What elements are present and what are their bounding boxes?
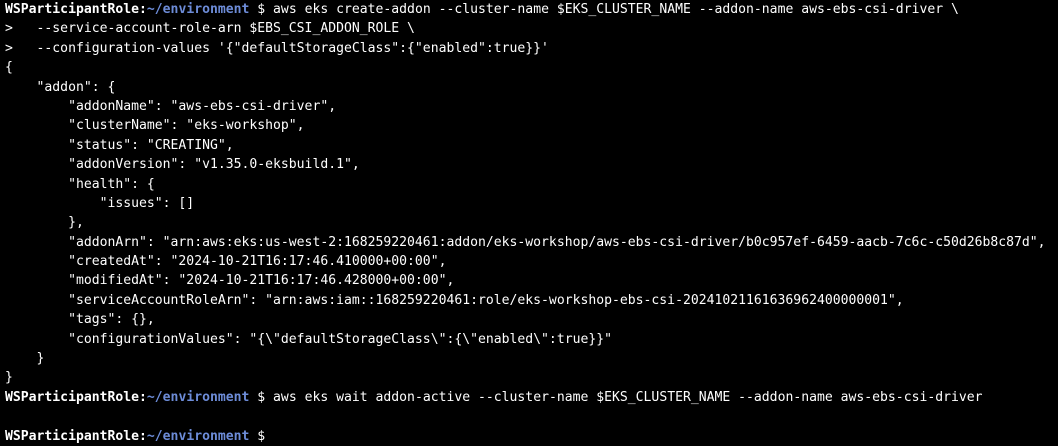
output-line: "tags": {}, (5, 312, 155, 328)
output-line: > --configuration-values '{"defaultStora… (5, 40, 549, 56)
output-line: "configurationValues": "{\"defaultStorag… (5, 331, 612, 347)
prompt-user: WSParticipantRole (5, 2, 140, 17)
output-line: "addonName": "aws-ebs-csi-driver", (5, 98, 337, 114)
output-line: "status": "CREATING", (5, 137, 234, 153)
output-line: > --service-account-role-arn $EBS_CSI_AD… (5, 21, 415, 37)
prompt-line: WSParticipantRole:~/environment $ (5, 427, 1058, 446)
command-text: aws eks create-addon --cluster-name $EKS… (273, 2, 959, 17)
prompt-user: WSParticipantRole (5, 428, 140, 444)
prompt-path: ~/environment (146, 2, 250, 17)
terminal-output: WSParticipantRole:~/environment $ aws ek… (5, 0, 1058, 446)
output-line: } (5, 351, 45, 367)
prompt-separator: : (139, 2, 147, 17)
prompt-line: WSParticipantRole:~/environment $ aws ek… (5, 0, 1058, 19)
prompt-separator: : (139, 428, 147, 444)
output-line: "addonVersion": "v1.35.0-eksbuild.1", (5, 157, 360, 173)
output-line: "serviceAccountRoleArn": "arn:aws:iam::1… (5, 292, 904, 308)
terminal-window[interactable]: WSParticipantRole:~/environment $ aws ek… (0, 0, 1058, 444)
prompt-symbol: $ (249, 389, 274, 405)
command-text: aws eks wait addon-active --cluster-name… (273, 389, 983, 405)
output-line: } (5, 370, 13, 386)
prompt-path: ~/environment (146, 428, 250, 444)
prompt-symbol: $ (249, 2, 274, 17)
terminal-cursor (273, 428, 281, 443)
output-line: "modifiedAt": "2024-10-21T16:17:46.42800… (5, 273, 455, 289)
output-line: "addonArn": "arn:aws:eks:us-west-2:16825… (5, 234, 1046, 250)
output-line: "addon": { (5, 79, 116, 95)
output-line: "createdAt": "2024-10-21T16:17:46.410000… (5, 254, 447, 270)
output-line: "clusterName": "eks-workshop", (5, 118, 305, 134)
prompt-path: ~/environment (146, 389, 250, 405)
output-line: { (5, 60, 13, 76)
prompt-line: WSParticipantRole:~/environment $ aws ek… (5, 388, 1058, 407)
prompt-user: WSParticipantRole (5, 389, 140, 405)
output-line: "health": { (5, 176, 155, 192)
output-line: "issues": [] (5, 195, 195, 211)
prompt-symbol: $ (249, 428, 274, 444)
prompt-separator: : (139, 389, 147, 405)
output-line: }, (5, 215, 84, 231)
